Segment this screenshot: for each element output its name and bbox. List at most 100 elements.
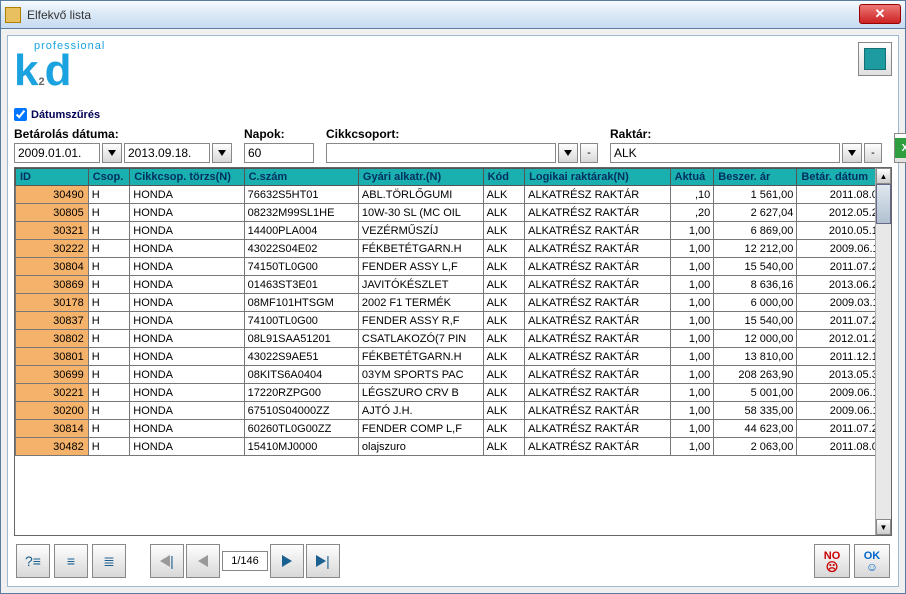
- table-cell[interactable]: ALKATRÉSZ RAKTÁR: [525, 222, 670, 240]
- table-cell[interactable]: HONDA: [130, 222, 244, 240]
- table-row[interactable]: 30321HHONDA14400PLA004VEZÉRMŰSZÍJALKALKA…: [16, 222, 891, 240]
- table-cell[interactable]: ALK: [483, 330, 525, 348]
- table-cell[interactable]: ALKATRÉSZ RAKTÁR: [525, 204, 670, 222]
- table-cell[interactable]: 30221: [16, 384, 89, 402]
- table-cell[interactable]: H: [88, 312, 130, 330]
- table-cell[interactable]: FÉKBETÉTGARN.H: [358, 240, 483, 258]
- ok-button[interactable]: OK☺: [854, 544, 890, 578]
- table-row[interactable]: 30801HHONDA43022S9AE51FÉKBETÉTGARN.HALKA…: [16, 348, 891, 366]
- table-cell[interactable]: 17220RZPG00: [244, 384, 358, 402]
- table-cell[interactable]: 1,00: [670, 222, 714, 240]
- table-cell[interactable]: ALKATRÉSZ RAKTÁR: [525, 312, 670, 330]
- table-cell[interactable]: 13 810,00: [714, 348, 797, 366]
- table-cell[interactable]: FÉKBETÉTGARN.H: [358, 348, 483, 366]
- table-cell[interactable]: 1,00: [670, 438, 714, 456]
- list-button-1[interactable]: ≡: [54, 544, 88, 578]
- col-header[interactable]: Beszer. ár: [714, 169, 797, 186]
- vertical-scrollbar[interactable]: ▲ ▼: [875, 168, 891, 535]
- table-cell[interactable]: 1,00: [670, 402, 714, 420]
- table-cell[interactable]: HONDA: [130, 366, 244, 384]
- table-cell[interactable]: HONDA: [130, 240, 244, 258]
- table-cell[interactable]: ALKATRÉSZ RAKTÁR: [525, 348, 670, 366]
- table-cell[interactable]: 2 627,04: [714, 204, 797, 222]
- table-cell[interactable]: 30802: [16, 330, 89, 348]
- table-cell[interactable]: 43022S04E02: [244, 240, 358, 258]
- table-cell[interactable]: 01463ST3E01: [244, 276, 358, 294]
- table-cell[interactable]: 8 636,16: [714, 276, 797, 294]
- table-cell[interactable]: ,20: [670, 204, 714, 222]
- table-row[interactable]: 30482HHONDA15410MJ0000olajszuroALKALKATR…: [16, 438, 891, 456]
- table-cell[interactable]: ALK: [483, 258, 525, 276]
- table-cell[interactable]: ALK: [483, 438, 525, 456]
- table-cell[interactable]: 44 623,00: [714, 420, 797, 438]
- table-cell[interactable]: HONDA: [130, 384, 244, 402]
- date-to-input[interactable]: [124, 143, 210, 163]
- table-cell[interactable]: 74150TL0G00: [244, 258, 358, 276]
- table-cell[interactable]: ALKATRÉSZ RAKTÁR: [525, 186, 670, 204]
- table-cell[interactable]: 58 335,00: [714, 402, 797, 420]
- table-cell[interactable]: ALK: [483, 348, 525, 366]
- days-input[interactable]: [244, 143, 314, 163]
- table-cell[interactable]: ALKATRÉSZ RAKTÁR: [525, 294, 670, 312]
- table-cell[interactable]: 30805: [16, 204, 89, 222]
- help-button[interactable]: ?≡: [16, 544, 50, 578]
- table-cell[interactable]: 60260TL0G00ZZ: [244, 420, 358, 438]
- table-cell[interactable]: HONDA: [130, 402, 244, 420]
- table-cell[interactable]: 30814: [16, 420, 89, 438]
- export-excel-button[interactable]: X: [894, 133, 906, 163]
- table-cell[interactable]: 6 000,00: [714, 294, 797, 312]
- col-header[interactable]: Kód: [483, 169, 525, 186]
- table-cell[interactable]: H: [88, 258, 130, 276]
- col-header[interactable]: Csop.: [88, 169, 130, 186]
- table-cell[interactable]: 30200: [16, 402, 89, 420]
- no-button[interactable]: NO☹: [814, 544, 850, 578]
- table-cell[interactable]: 03YM SPORTS PAC: [358, 366, 483, 384]
- table-cell[interactable]: 1 561,00: [714, 186, 797, 204]
- col-header[interactable]: Logikai raktárak(N): [525, 169, 670, 186]
- store-picker-button[interactable]: [842, 143, 862, 163]
- table-cell[interactable]: ALK: [483, 204, 525, 222]
- store-clear-button[interactable]: -: [864, 143, 882, 163]
- table-cell[interactable]: 1,00: [670, 366, 714, 384]
- table-cell[interactable]: 67510S04000ZZ: [244, 402, 358, 420]
- table-cell[interactable]: 208 263,90: [714, 366, 797, 384]
- table-cell[interactable]: ALK: [483, 312, 525, 330]
- prev-page-button[interactable]: [186, 544, 220, 578]
- table-cell[interactable]: 15 540,00: [714, 258, 797, 276]
- table-cell[interactable]: ALKATRÉSZ RAKTÁR: [525, 420, 670, 438]
- edit-button[interactable]: [858, 42, 892, 76]
- table-cell[interactable]: 10W-30 SL (MC OIL: [358, 204, 483, 222]
- table-cell[interactable]: CSATLAKOZÓ(7 PIN: [358, 330, 483, 348]
- table-row[interactable]: 30221HHONDA17220RZPG00LÉGSZURO CRV BALKA…: [16, 384, 891, 402]
- date-filter-checkbox[interactable]: [14, 108, 27, 121]
- table-cell[interactable]: 30837: [16, 312, 89, 330]
- close-button[interactable]: ✕: [859, 4, 901, 24]
- table-row[interactable]: 30802HHONDA08L91SAA51201CSATLAKOZÓ(7 PIN…: [16, 330, 891, 348]
- table-cell[interactable]: HONDA: [130, 312, 244, 330]
- table-cell[interactable]: H: [88, 438, 130, 456]
- table-cell[interactable]: 43022S9AE51: [244, 348, 358, 366]
- table-cell[interactable]: 30222: [16, 240, 89, 258]
- table-cell[interactable]: H: [88, 420, 130, 438]
- col-header[interactable]: C.szám: [244, 169, 358, 186]
- col-header[interactable]: Aktuá: [670, 169, 714, 186]
- table-cell[interactable]: H: [88, 348, 130, 366]
- table-row[interactable]: 30200HHONDA67510S04000ZZAJTÓ J.H.ALKALKA…: [16, 402, 891, 420]
- table-cell[interactable]: 08L91SAA51201: [244, 330, 358, 348]
- table-row[interactable]: 30699HHONDA08KITS6A040403YM SPORTS PACAL…: [16, 366, 891, 384]
- table-cell[interactable]: HONDA: [130, 204, 244, 222]
- table-cell[interactable]: 5 001,00: [714, 384, 797, 402]
- table-cell[interactable]: 30804: [16, 258, 89, 276]
- table-cell[interactable]: 12 212,00: [714, 240, 797, 258]
- col-header[interactable]: ID: [16, 169, 89, 186]
- table-cell[interactable]: 76632S5HT01: [244, 186, 358, 204]
- table-cell[interactable]: 1,00: [670, 294, 714, 312]
- col-header[interactable]: Gyári alkatr.(N): [358, 169, 483, 186]
- group-clear-button[interactable]: -: [580, 143, 598, 163]
- date-from-input[interactable]: [14, 143, 100, 163]
- group-picker-button[interactable]: [558, 143, 578, 163]
- table-cell[interactable]: 30869: [16, 276, 89, 294]
- group-input[interactable]: [326, 143, 556, 163]
- table-cell[interactable]: 15 540,00: [714, 312, 797, 330]
- last-page-button[interactable]: |: [306, 544, 340, 578]
